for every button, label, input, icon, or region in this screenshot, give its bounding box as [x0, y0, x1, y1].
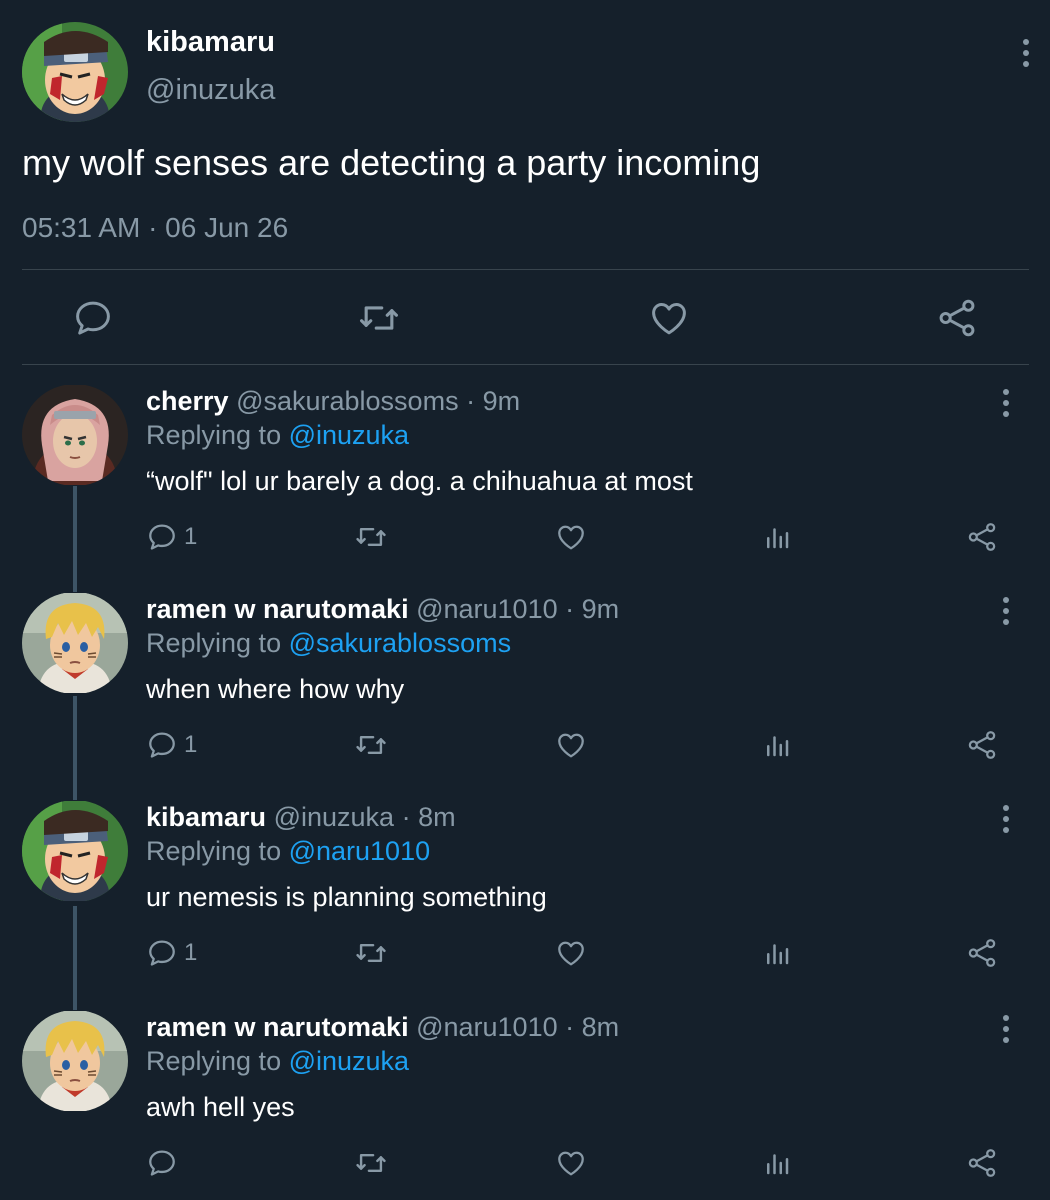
tweet-text: my wolf senses are detecting a party inc…	[22, 142, 761, 183]
author-name[interactable]: ramen w narutomaki	[146, 594, 409, 624]
author-name[interactable]: kibamaru	[146, 802, 266, 832]
reply-icon	[146, 520, 178, 554]
replying-to: Replying to @inuzuka	[146, 1046, 409, 1077]
retweet-icon[interactable]	[354, 936, 388, 970]
retweet-icon[interactable]	[354, 520, 388, 554]
separator: ·	[557, 594, 582, 624]
reply-count: 1	[184, 939, 198, 966]
stats-icon[interactable]	[762, 936, 792, 970]
author-handle[interactable]: @sakurablossoms	[236, 386, 459, 416]
reply-icon	[146, 936, 178, 970]
author-handle[interactable]: @naru1010	[416, 594, 558, 624]
like-icon[interactable]	[555, 728, 587, 762]
replying-to: Replying to @naru1010	[146, 836, 430, 867]
like-icon[interactable]	[555, 936, 587, 970]
share-icon[interactable]	[966, 936, 998, 970]
avatar[interactable]	[22, 592, 128, 694]
retweet-icon[interactable]	[354, 1146, 388, 1180]
reply-header: ramen w narutomaki @naru1010 · 9m	[146, 594, 619, 625]
author-handle[interactable]: @inuzuka	[274, 802, 394, 832]
like-icon[interactable]	[648, 296, 690, 340]
replying-to: Replying to @inuzuka	[146, 420, 409, 451]
reply-time: 9m	[581, 594, 620, 624]
mention-link[interactable]: @sakurablossoms	[289, 628, 512, 658]
separator: ·	[394, 802, 419, 832]
reply-header: kibamaru @inuzuka · 8m	[146, 802, 456, 833]
replying-prefix: Replying to	[146, 420, 289, 450]
reply-icon	[146, 1146, 178, 1180]
retweet-icon[interactable]	[356, 296, 398, 340]
mention-link[interactable]: @naru1010	[289, 836, 431, 866]
divider	[22, 269, 1029, 270]
like-icon[interactable]	[555, 520, 587, 554]
reply-button[interactable]: 1	[146, 936, 197, 970]
author-name[interactable]: ramen w narutomaki	[146, 1012, 409, 1042]
mention-link[interactable]: @inuzuka	[289, 1046, 409, 1076]
reply-icon[interactable]	[72, 296, 114, 340]
reply-tweet[interactable]: ramen w narutomaki @naru1010 · 8m Replyi…	[0, 1010, 1050, 1200]
replying-prefix: Replying to	[146, 836, 289, 866]
more-vertical-icon[interactable]	[1000, 388, 1012, 418]
reply-header: cherry @sakurablossoms · 9m	[146, 386, 520, 417]
tweet-timestamp: 05:31 AM · 06 Jun 26	[22, 212, 289, 243]
separator: ·	[557, 1012, 582, 1042]
avatar[interactable]	[22, 800, 128, 902]
reply-icon	[146, 728, 178, 762]
reply-button[interactable]: 1	[146, 728, 197, 762]
replying-prefix: Replying to	[146, 628, 289, 658]
author-handle[interactable]: @inuzuka	[146, 74, 275, 107]
reply-text: ur nemesis is planning something	[146, 882, 547, 912]
avatar[interactable]	[22, 384, 128, 486]
more-vertical-icon[interactable]	[1000, 596, 1012, 626]
author-name[interactable]: cherry	[146, 386, 229, 416]
author-name[interactable]: kibamaru	[146, 26, 275, 59]
avatar[interactable]	[22, 1010, 128, 1112]
more-vertical-icon[interactable]	[1000, 804, 1012, 834]
stats-icon[interactable]	[762, 728, 792, 762]
stats-icon[interactable]	[762, 520, 792, 554]
main-tweet-header: kibamaru @inuzuka	[22, 22, 1032, 122]
reply-time: 8m	[418, 802, 456, 832]
avatar[interactable]	[22, 22, 128, 122]
tweet-thread-view: kibamaru @inuzuka my wolf senses are det…	[0, 0, 1050, 1200]
share-icon[interactable]	[966, 728, 998, 762]
reply-header: ramen w narutomaki @naru1010 · 8m	[146, 1012, 619, 1043]
more-vertical-icon[interactable]	[1000, 1014, 1012, 1044]
share-icon[interactable]	[936, 296, 978, 340]
reply-tweet[interactable]: kibamaru @inuzuka · 8m Replying to @naru…	[0, 800, 1050, 1008]
like-icon[interactable]	[555, 1146, 587, 1180]
reply-text: awh hell yes	[146, 1092, 295, 1122]
stats-icon[interactable]	[762, 1146, 792, 1180]
more-vertical-icon[interactable]	[1020, 38, 1032, 68]
reply-button[interactable]: 1	[146, 520, 197, 554]
reply-time: 9m	[482, 386, 521, 416]
share-icon[interactable]	[966, 520, 998, 554]
reply-text: when where how why	[146, 674, 405, 704]
separator: ·	[458, 386, 483, 416]
reply-time: 8m	[581, 1012, 620, 1042]
divider	[22, 364, 1029, 365]
author-handle[interactable]: @naru1010	[416, 1012, 558, 1042]
reply-button[interactable]	[146, 1146, 184, 1180]
reply-tweet[interactable]: ramen w narutomaki @naru1010 · 9m Replyi…	[0, 592, 1050, 800]
retweet-icon[interactable]	[354, 728, 388, 762]
share-icon[interactable]	[966, 1146, 998, 1180]
reply-text: “wolf" lol ur barely a dog. a chihuahua …	[146, 466, 693, 496]
reply-count: 1	[184, 523, 198, 550]
replying-prefix: Replying to	[146, 1046, 289, 1076]
mention-link[interactable]: @inuzuka	[289, 420, 409, 450]
reply-tweet[interactable]: cherry @sakurablossoms · 9m Replying to …	[0, 384, 1050, 592]
reply-count: 1	[184, 731, 198, 758]
replying-to: Replying to @sakurablossoms	[146, 628, 511, 659]
